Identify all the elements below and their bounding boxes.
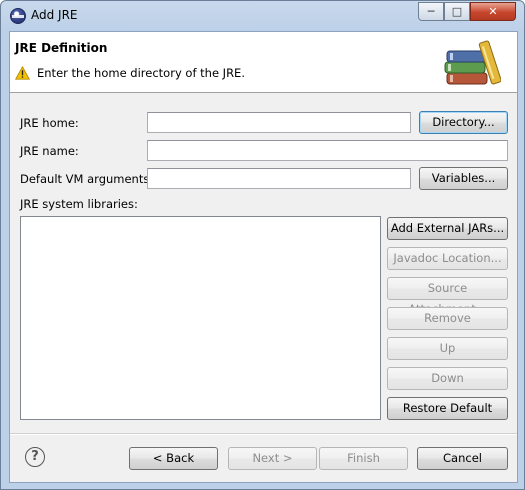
dialog-body: JRE Definition Enter the home directory … (9, 31, 518, 483)
maximize-button[interactable]: □ (444, 2, 470, 21)
jre-name-input[interactable] (147, 140, 508, 161)
vm-arguments-label: Default VM arguments: (20, 172, 154, 186)
help-icon[interactable]: ? (25, 447, 45, 467)
header-message: Enter the home directory of the JRE. (37, 66, 245, 80)
down-button[interactable]: Down (387, 367, 508, 390)
window-title: Add JRE (31, 8, 78, 22)
remove-button[interactable]: Remove (387, 307, 508, 330)
jre-home-input[interactable] (147, 112, 411, 133)
add-external-jars-button[interactable]: Add External JARs... (387, 217, 508, 240)
warning-icon (15, 66, 30, 80)
cancel-button[interactable]: Cancel (417, 447, 508, 470)
title-bar[interactable]: Add JRE ─ □ ✕ (1, 1, 524, 29)
libraries-label: JRE system libraries: (20, 197, 138, 211)
javadoc-location-button[interactable]: Javadoc Location... (387, 247, 508, 270)
library-books-icon (444, 40, 501, 85)
jre-name-label: JRE name: (20, 144, 79, 158)
eclipse-icon (10, 8, 26, 24)
vm-arguments-input[interactable] (147, 168, 411, 189)
directory-button[interactable]: Directory... (419, 111, 508, 134)
header-banner: JRE Definition Enter the home directory … (10, 32, 517, 93)
variables-button[interactable]: Variables... (419, 167, 508, 190)
close-button[interactable]: ✕ (470, 2, 516, 21)
libraries-list[interactable] (20, 216, 381, 420)
finish-button[interactable]: Finish (319, 447, 408, 470)
restore-default-button[interactable]: Restore Default (387, 397, 508, 420)
footer-separator (10, 433, 517, 435)
source-attachment-button[interactable]: Source Attachment... (387, 277, 508, 316)
back-button[interactable]: < Back (129, 447, 218, 470)
next-button[interactable]: Next > (228, 447, 317, 470)
up-button[interactable]: Up (387, 337, 508, 360)
minimize-button[interactable]: ─ (418, 2, 444, 21)
dialog-window: Add JRE ─ □ ✕ JRE Definition Enter the h… (0, 0, 525, 490)
jre-home-label: JRE home: (20, 116, 79, 130)
page-title: JRE Definition (15, 41, 108, 55)
